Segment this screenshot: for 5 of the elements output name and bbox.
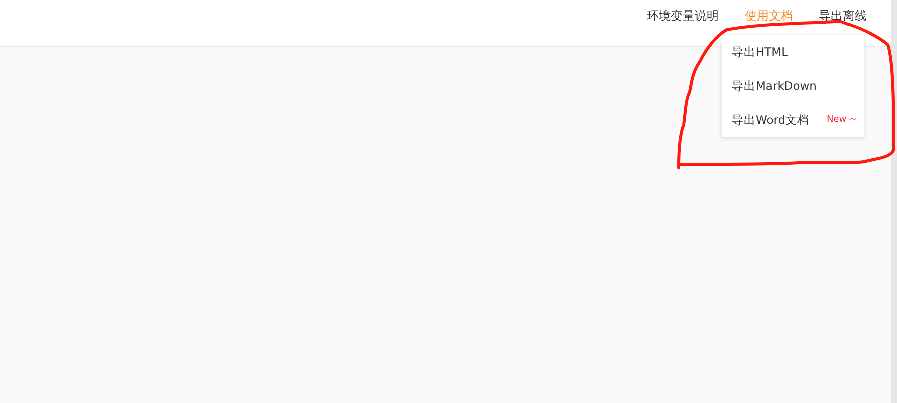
menu-item[interactable]: 导出Word文档 New ~	[722, 103, 864, 137]
menu-item[interactable]: 导出HTML	[722, 35, 864, 69]
nav-link[interactable]: 环境变量说明	[647, 8, 719, 24]
nav-link[interactable]: 导出离线	[819, 8, 867, 24]
menu-item[interactable]: 导出MarkDown	[722, 69, 864, 103]
